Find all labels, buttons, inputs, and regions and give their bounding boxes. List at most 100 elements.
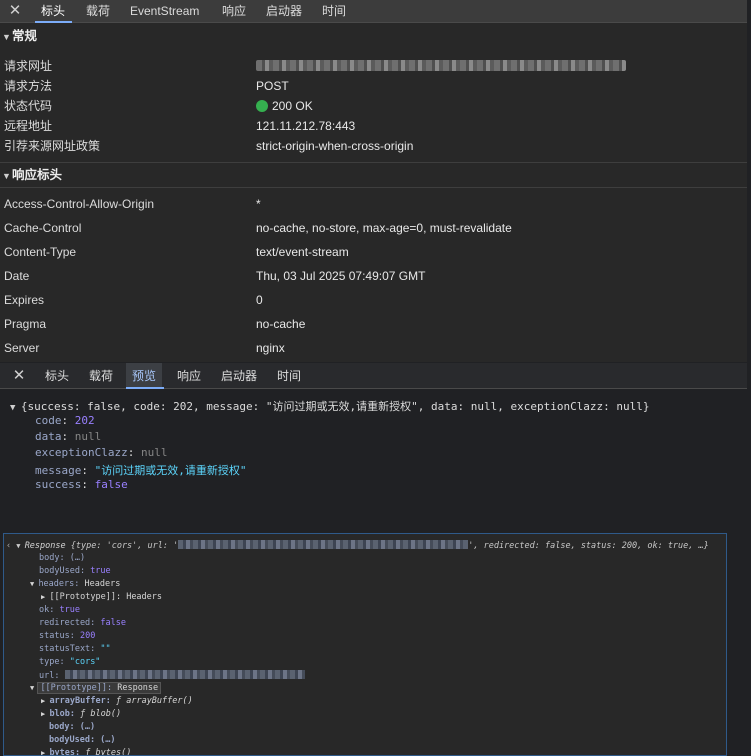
header-value: *: [256, 197, 261, 211]
header-row: Cache-Control no-cache, no-store, max-ag…: [0, 218, 747, 238]
close-icon[interactable]: ✕: [8, 363, 30, 389]
tab-payload[interactable]: 载荷: [86, 0, 110, 23]
console-line: ok: true: [39, 605, 80, 615]
collapse-triangle-icon[interactable]: ▼: [16, 542, 24, 550]
tab-initiator[interactable]: 启动器: [266, 0, 302, 23]
prop-value: null: [74, 430, 102, 443]
request-method-value: POST: [256, 79, 289, 93]
console-line[interactable]: ▶ bytes: ƒ bytes(): [41, 748, 131, 755]
referrer-policy-label: 引荐来源网址政策: [4, 139, 101, 153]
header-name: Content-Type: [4, 245, 77, 259]
console-line: url:: [39, 670, 305, 681]
row-request-url: 请求网址: [0, 56, 747, 76]
console-line: status: 200: [39, 631, 96, 641]
expand-triangle-icon: ▼: [2, 32, 11, 42]
prototype-highlight: [[Prototype]]: Response: [37, 682, 162, 694]
prop-key: code: [35, 414, 62, 427]
prop-value: null: [140, 446, 168, 459]
close-icon[interactable]: ✕: [4, 0, 26, 22]
header-row: Server nginx: [0, 338, 747, 358]
tab-headers[interactable]: 标头: [41, 0, 65, 23]
console-line[interactable]: ▶ [[Prototype]]: Headers: [41, 592, 162, 602]
header-name: Access-Control-Allow-Origin: [4, 197, 155, 211]
json-prop-code: code: 202: [35, 414, 95, 427]
status-code-text: 200 OK: [272, 99, 313, 113]
object-preview-a: {type: 'cors', url: ': [70, 541, 179, 551]
header-name: Date: [4, 269, 30, 283]
tab-timing[interactable]: 时间: [277, 363, 301, 389]
header-value: Thu, 03 Jul 2025 07:49:07 GMT: [256, 269, 426, 283]
console-line: bodyUsed: (…): [49, 735, 116, 745]
tab-initiator[interactable]: 启动器: [221, 363, 257, 389]
console-line[interactable]: ▼ headers: Headers: [30, 579, 120, 589]
header-row: Access-Control-Allow-Origin *: [0, 194, 747, 214]
header-value: 0: [256, 293, 263, 307]
divider: [0, 187, 747, 188]
console-line[interactable]: ▼ [[Prototype]]: Response: [30, 682, 162, 694]
prop-value: 202: [74, 414, 95, 427]
collapse-triangle-icon[interactable]: ▼: [10, 403, 21, 413]
prop-key: exceptionClazz: [35, 446, 128, 459]
prop-value: "访问过期或无效,请重新授权": [94, 464, 247, 477]
section-response-headers-header[interactable]: ▼响应标头: [0, 163, 747, 187]
section-title: 常规: [12, 29, 38, 43]
header-row: Content-Type text/event-stream: [0, 242, 747, 262]
header-value: nginx: [256, 341, 285, 355]
status-code-value: 200 OK: [256, 96, 313, 116]
console-line: statusText: "": [39, 644, 111, 654]
remote-address-label: 远程地址: [4, 119, 53, 133]
header-name: Cache-Control: [4, 221, 82, 235]
object-class-name: Response: [24, 541, 66, 551]
header-name: Pragma: [4, 317, 47, 331]
tab-timing[interactable]: 时间: [322, 0, 346, 23]
console-line[interactable]: ▶ arrayBuffer: ƒ arrayBuffer(): [41, 696, 193, 706]
preview-panel: ✕ 标头 载荷 预览 响应 启动器 时间 ▼ {success: false, …: [0, 363, 747, 533]
json-prop-success: success: false: [35, 478, 128, 491]
header-value: no-cache: [256, 317, 306, 331]
row-referrer-policy: 引荐来源网址政策 strict-origin-when-cross-origin: [0, 136, 747, 156]
active-tab-indicator: [35, 21, 72, 23]
url-redacted: [178, 540, 469, 549]
headers-panel: ✕ 标头 载荷 EventStream 响应 启动器 时间 ▼常规 请求网址 请…: [0, 0, 747, 362]
json-summary: {success: false, code: 202, message: "访问…: [20, 400, 650, 413]
active-tab-indicator: [126, 387, 164, 389]
row-request-method: 请求方法 POST: [0, 76, 747, 96]
header-value: text/event-stream: [256, 245, 349, 259]
header-name: Server: [4, 341, 40, 355]
json-prop-message: message: "访问过期或无效,请重新授权": [35, 464, 247, 477]
tab-response[interactable]: 响应: [222, 0, 246, 23]
status-ok-icon: [256, 100, 268, 112]
request-method-label: 请求方法: [4, 79, 53, 93]
remote-address-value: 121.11.212.78:443: [256, 119, 356, 133]
request-url-label: 请求网址: [4, 59, 53, 73]
json-summary-row[interactable]: ▼ {success: false, code: 202, message: "…: [10, 398, 650, 414]
console-line: bodyUsed: true: [39, 566, 111, 576]
console-response-summary[interactable]: ‹ ▼ Response {type: 'cors', url: ' ', red…: [6, 540, 709, 551]
tab-response[interactable]: 响应: [177, 363, 201, 389]
console-line: type: "cors": [39, 657, 101, 667]
tab-preview[interactable]: 预览: [126, 363, 163, 389]
chevron-left-icon: ‹: [6, 541, 17, 551]
expand-triangle-icon: ▼: [2, 171, 11, 181]
row-status-code: 状态代码 200 OK: [0, 96, 747, 116]
header-row: Pragma no-cache: [0, 314, 747, 334]
header-name: Expires: [4, 293, 45, 307]
section-general-header[interactable]: ▼常规: [0, 24, 747, 48]
console-line: redirected: false: [39, 618, 127, 628]
header-row: Date Thu, 03 Jul 2025 07:49:07 GMT: [0, 266, 747, 286]
object-preview-b: ', redirected: false, status: 200, ok: t…: [468, 541, 709, 551]
console-line[interactable]: ▶ blob: ƒ blob(): [41, 709, 121, 719]
status-code-label: 状态代码: [4, 99, 53, 113]
prop-value: false: [94, 478, 128, 491]
console-line: body: (…): [49, 722, 96, 732]
header-row: Expires 0: [0, 290, 747, 310]
console-line: body: (…): [39, 553, 86, 563]
json-prop-data: data: null: [35, 430, 102, 443]
tab-payload[interactable]: 载荷: [89, 363, 113, 389]
tab-headers[interactable]: 标头: [45, 363, 69, 389]
tab-eventstream[interactable]: EventStream: [130, 0, 199, 23]
prop-key: data: [35, 430, 62, 443]
prop-key: message: [35, 464, 82, 477]
preview-tabbar: ✕ 标头 载荷 预览 响应 启动器 时间: [0, 363, 747, 389]
row-remote-address: 远程地址 121.11.212.78:443: [0, 116, 747, 136]
